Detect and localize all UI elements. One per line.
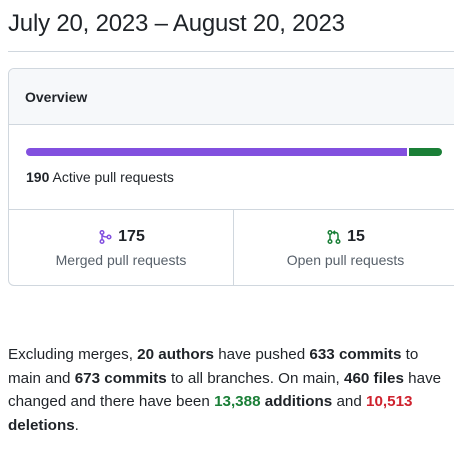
commit-summary: Excluding merges, 20 authors have pushed… — [8, 343, 454, 437]
summary-text: Excluding merges, — [8, 346, 138, 363]
commits-all-branches-link[interactable]: 673 commits — [75, 370, 167, 387]
git-merge-icon — [97, 229, 113, 245]
open-pull-requests-stat[interactable]: 15 Open pull requests — [233, 210, 454, 285]
git-pull-request-icon — [326, 229, 342, 245]
overview-box: Overview 190 Active pull requests 175 Me… — [8, 68, 454, 286]
pull-request-stats: 175 Merged pull requests 15 Open pull re… — [9, 210, 454, 285]
open-pull-requests-label: Open pull requests — [286, 252, 405, 268]
pulse-page: July 20, 2023 – August 20, 2023 Overview… — [0, 0, 454, 472]
active-pull-requests-summary[interactable]: 190 Active pull requests — [26, 169, 174, 185]
active-pull-requests-count: 190 — [26, 169, 50, 185]
commits-main-link[interactable]: 633 commits — [309, 346, 401, 363]
merged-pull-requests-label: Merged pull requests — [55, 252, 187, 268]
overview-title: Overview — [25, 88, 88, 105]
summary-text: . — [74, 416, 79, 434]
changed-files-count: 460 files — [344, 369, 404, 387]
progress-segment-open — [409, 148, 442, 156]
authors-link[interactable]: 20 authors — [137, 346, 214, 363]
open-pull-requests-count: 15 — [347, 228, 365, 245]
progress-segment-merged — [26, 148, 407, 156]
overview-header: Overview — [9, 69, 454, 125]
summary-text: and — [332, 393, 367, 410]
merged-pull-requests-stat[interactable]: 175 Merged pull requests — [9, 210, 233, 285]
date-range-heading: July 20, 2023 – August 20, 2023 — [8, 10, 345, 37]
summary-text: to all branches. On main, — [166, 369, 344, 387]
pull-request-progress-bar — [26, 148, 442, 156]
progress-section: 190 Active pull requests — [9, 125, 454, 210]
additions-label: additions — [264, 393, 333, 410]
heading-divider — [8, 51, 454, 52]
deletions-count: 10,513 — [366, 393, 413, 410]
active-pull-requests-label: Active pull requests — [52, 169, 174, 185]
deletions-label: deletions — [8, 416, 75, 434]
merged-pull-requests-count: 175 — [118, 228, 145, 245]
summary-text: have pushed — [213, 346, 310, 363]
additions-count: 13,388 — [214, 393, 261, 410]
